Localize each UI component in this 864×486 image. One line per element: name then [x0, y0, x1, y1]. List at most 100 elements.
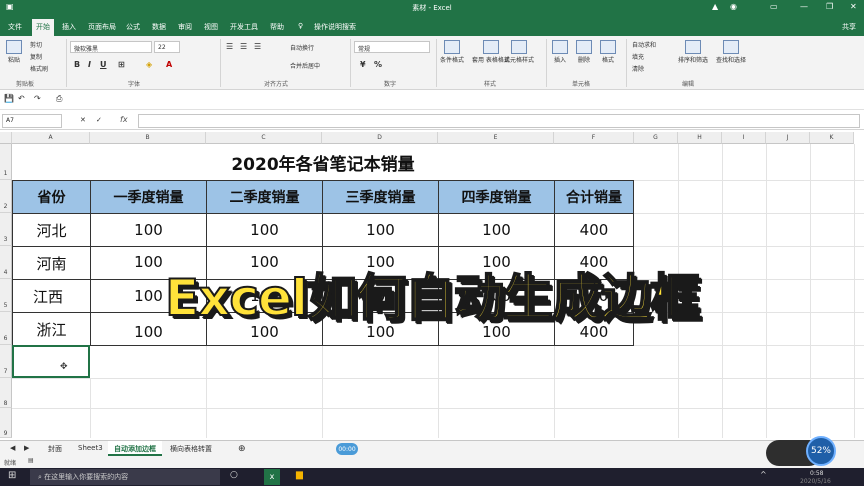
insert-function-icon[interactable]: fx [120, 115, 128, 124]
header-cell-total[interactable]: 合计销量 [554, 180, 634, 214]
column-header[interactable]: I [722, 132, 766, 144]
sheet-tab[interactable]: Sheet3 [72, 441, 109, 456]
font-name-select[interactable]: 微软雅黑 [70, 41, 152, 53]
tab-insert[interactable]: 插入 [58, 19, 80, 36]
tab-view[interactable]: 视图 [200, 19, 222, 36]
sheet-title-cell[interactable]: 2020年各省笔记本销量 [12, 144, 634, 180]
formula-input[interactable] [138, 114, 860, 128]
ribbon-options-icon[interactable]: ▭ [770, 2, 778, 11]
row-header[interactable]: 7 [0, 345, 12, 378]
fill-button[interactable]: 填充 [632, 52, 644, 61]
tab-home[interactable]: 开始 [32, 19, 54, 36]
tab-page-layout[interactable]: 页面布局 [84, 19, 120, 36]
data-cell[interactable]: 400 [554, 213, 634, 247]
data-cell[interactable]: 100 [322, 213, 439, 247]
tab-review[interactable]: 审阅 [174, 19, 196, 36]
folder-icon[interactable]: ▆ [296, 470, 303, 480]
delete-cells-button[interactable]: 删除 [576, 40, 592, 64]
column-header[interactable]: H [678, 132, 722, 144]
column-header[interactable]: E [438, 132, 554, 144]
row-header[interactable]: 1 [0, 144, 12, 180]
column-header[interactable]: C [206, 132, 322, 144]
row-header[interactable]: 2 [0, 180, 12, 213]
column-header[interactable]: F [554, 132, 634, 144]
account-icon[interactable]: ◉ [730, 2, 737, 11]
enter-icon[interactable]: ✓ [96, 116, 102, 124]
sort-filter-button[interactable]: 排序和筛选 [678, 40, 708, 64]
wrap-text-button[interactable]: 自动换行 [290, 43, 314, 52]
active-cell-a7[interactable] [12, 345, 90, 378]
close-icon[interactable]: ✕ [850, 2, 857, 11]
autosum-button[interactable]: 自动求和 [632, 40, 656, 49]
align-bottom-icon[interactable]: ☰ [254, 42, 261, 51]
underline-button[interactable]: U [100, 60, 107, 69]
header-cell-q2[interactable]: 二季度销量 [206, 180, 323, 214]
format-cells-button[interactable]: 格式 [600, 40, 616, 64]
column-header[interactable]: D [322, 132, 438, 144]
cut-button[interactable]: 剪切 [30, 40, 42, 49]
font-size-select[interactable]: 22 [154, 41, 180, 53]
number-format-select[interactable]: 常规 [354, 41, 430, 53]
name-box[interactable]: A7 [2, 114, 62, 128]
share-button[interactable]: 共享 [842, 22, 856, 32]
clear-button[interactable]: 清除 [632, 64, 644, 73]
format-painter-button[interactable]: 格式刷 [30, 64, 48, 73]
column-header[interactable]: K [810, 132, 854, 144]
print-preview-icon[interactable]: ⎙ [56, 94, 62, 104]
cell-styles-button[interactable]: 单元格样式 [504, 40, 534, 64]
undo-icon[interactable]: ↶ [18, 94, 25, 103]
column-header[interactable]: J [766, 132, 810, 144]
sheet-tab[interactable]: 封面 [42, 441, 68, 456]
tab-file[interactable]: 文件 [4, 19, 26, 36]
taskbar-search[interactable]: ⌕ 在这里输入你要搜索的内容 [30, 469, 220, 485]
select-all-corner[interactable] [0, 132, 12, 144]
data-cell[interactable]: 100 [90, 213, 207, 247]
column-header[interactable]: B [90, 132, 206, 144]
find-select-button[interactable]: 查找和选择 [716, 40, 746, 64]
bold-button[interactable]: B [74, 60, 80, 69]
tab-help[interactable]: 帮助 [266, 19, 288, 36]
fill-color-icon[interactable]: ◈ [146, 60, 152, 69]
insert-cells-button[interactable]: 插入 [552, 40, 568, 64]
align-top-icon[interactable]: ☰ [226, 42, 233, 51]
tell-me-search[interactable]: 操作说明搜索 [310, 19, 360, 36]
font-color-icon[interactable]: A [166, 60, 172, 69]
data-cell[interactable]: 100 [206, 213, 323, 247]
minimize-icon[interactable]: — [800, 2, 808, 11]
merge-center-button[interactable]: 合并后居中 [290, 61, 320, 70]
data-cell[interactable]: 河北 [12, 213, 91, 247]
header-cell-province[interactable]: 省份 [12, 180, 91, 214]
header-cell-q4[interactable]: 四季度销量 [438, 180, 555, 214]
row-header[interactable]: 8 [0, 378, 12, 408]
warning-icon[interactable]: ▲ [712, 2, 718, 11]
add-sheet-icon[interactable]: ⊕ [232, 441, 252, 456]
cancel-icon[interactable]: ✕ [80, 116, 86, 124]
currency-icon[interactable]: ¥ [360, 60, 366, 69]
column-header[interactable]: A [12, 132, 90, 144]
header-cell-q1[interactable]: 一季度销量 [90, 180, 207, 214]
sheet-tab-active[interactable]: 自动添加边框 [108, 441, 162, 456]
tab-developer[interactable]: 开发工具 [226, 19, 262, 36]
align-middle-icon[interactable]: ☰ [240, 42, 247, 51]
maximize-icon[interactable]: ❐ [826, 2, 833, 11]
header-cell-q3[interactable]: 三季度销量 [322, 180, 439, 214]
copy-button[interactable]: 复制 [30, 52, 42, 61]
windows-start-icon[interactable]: ⊞ [8, 470, 16, 481]
tab-formulas[interactable]: 公式 [122, 19, 144, 36]
tray-arrow-icon[interactable]: ^ [760, 470, 767, 479]
conditional-format-button[interactable]: 条件格式 [440, 40, 464, 64]
next-sheet-icon[interactable]: ▶ [18, 441, 35, 456]
percent-icon[interactable]: % [374, 60, 382, 69]
italic-button[interactable]: I [88, 60, 91, 69]
save-icon[interactable]: 💾 [4, 94, 14, 103]
data-cell[interactable]: 100 [438, 213, 555, 247]
border-icon[interactable]: ⊞ [118, 60, 125, 69]
tab-data[interactable]: 数据 [148, 19, 170, 36]
excel-taskbar-icon[interactable]: x [264, 469, 280, 485]
sheet-tab[interactable]: 横向表格转置 [164, 441, 218, 456]
row-header[interactable]: 9 [0, 408, 12, 438]
redo-icon[interactable]: ↷ [34, 94, 41, 103]
task-view-icon[interactable]: ○ [230, 470, 238, 480]
column-header[interactable]: G [634, 132, 678, 144]
paste-button[interactable]: 粘贴 [6, 40, 22, 64]
